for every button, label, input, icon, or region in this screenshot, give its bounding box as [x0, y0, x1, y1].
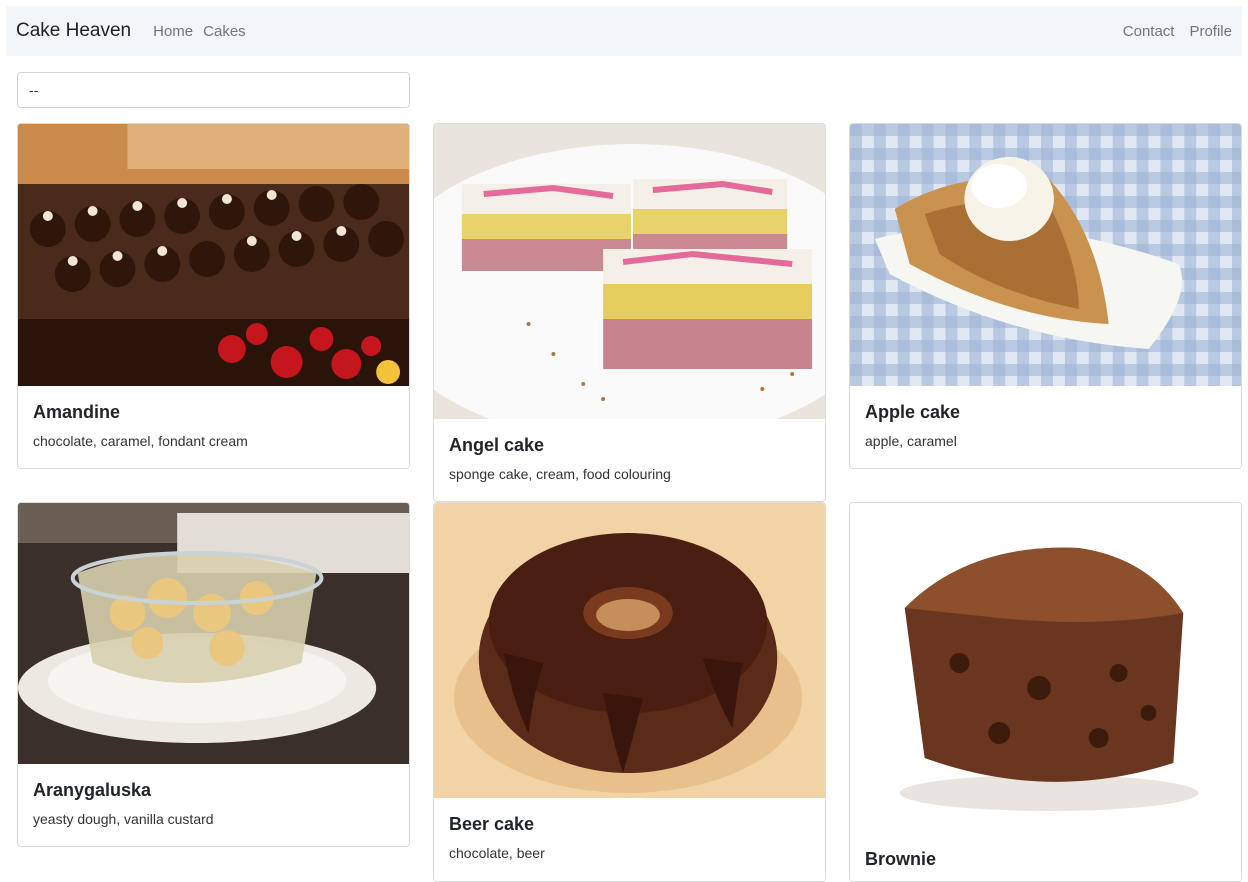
- cake-ingredients: apple, caramel: [865, 433, 957, 449]
- card-body: Aranygaluska yeasty dough, vanilla custa…: [18, 764, 409, 841]
- cake-image-amandine: [18, 124, 409, 386]
- cake-card-angel-cake[interactable]: Angel cake sponge cake, cream, food colo…: [433, 123, 826, 502]
- cake-name: Beer cake: [449, 814, 535, 834]
- cake-image-brownie: [850, 503, 1241, 833]
- nav-link-profile[interactable]: Profile: [1189, 23, 1232, 40]
- cake-ingredients: chocolate, beer: [449, 845, 545, 861]
- cake-image-aranygaluska: [18, 503, 409, 764]
- cake-card-apple-cake[interactable]: Apple cake apple, caramel: [849, 123, 1242, 469]
- cake-image-apple-cake: [850, 124, 1241, 386]
- cake-name: Apple cake: [865, 402, 961, 422]
- nav-link-contact[interactable]: Contact: [1123, 23, 1175, 40]
- cake-filter-value: --: [29, 82, 39, 98]
- cake-ingredients: chocolate, caramel, fondant cream: [33, 433, 248, 449]
- navbar: Cake Heaven Home Cakes Contact Profile: [6, 6, 1242, 56]
- cake-card-amandine[interactable]: Amandine chocolate, caramel, fondant cre…: [17, 123, 410, 469]
- cake-ingredients: yeasty dough, vanilla custard: [33, 811, 214, 827]
- card-body: Amandine chocolate, caramel, fondant cre…: [18, 386, 409, 463]
- brand-link[interactable]: Cake Heaven: [16, 20, 131, 42]
- card-body: Beer cake chocolate, beer: [434, 798, 825, 875]
- cake-name: Angel cake: [449, 435, 545, 455]
- card-body: Apple cake apple, caramel: [850, 386, 1241, 463]
- card-body: Angel cake sponge cake, cream, food colo…: [434, 419, 825, 496]
- cake-card-aranygaluska[interactable]: Aranygaluska yeasty dough, vanilla custa…: [17, 502, 410, 847]
- cake-filter-select[interactable]: --: [17, 72, 410, 108]
- nav-link-home[interactable]: Home: [153, 23, 193, 40]
- cake-ingredients: sponge cake, cream, food colouring: [449, 466, 671, 482]
- cake-card-brownie[interactable]: Brownie: [849, 502, 1242, 882]
- cake-name: Aranygaluska: [33, 780, 152, 800]
- nav-link-cakes[interactable]: Cakes: [203, 23, 246, 40]
- card-body: Brownie: [850, 833, 1241, 881]
- cake-name: Amandine: [33, 402, 121, 422]
- cake-image-beer-cake: [434, 503, 825, 798]
- cake-image-angel-cake: [434, 124, 825, 419]
- cake-card-beer-cake[interactable]: Beer cake chocolate, beer: [433, 502, 826, 882]
- cake-name: Brownie: [865, 849, 937, 869]
- nav-right: Contact Profile: [1108, 23, 1232, 40]
